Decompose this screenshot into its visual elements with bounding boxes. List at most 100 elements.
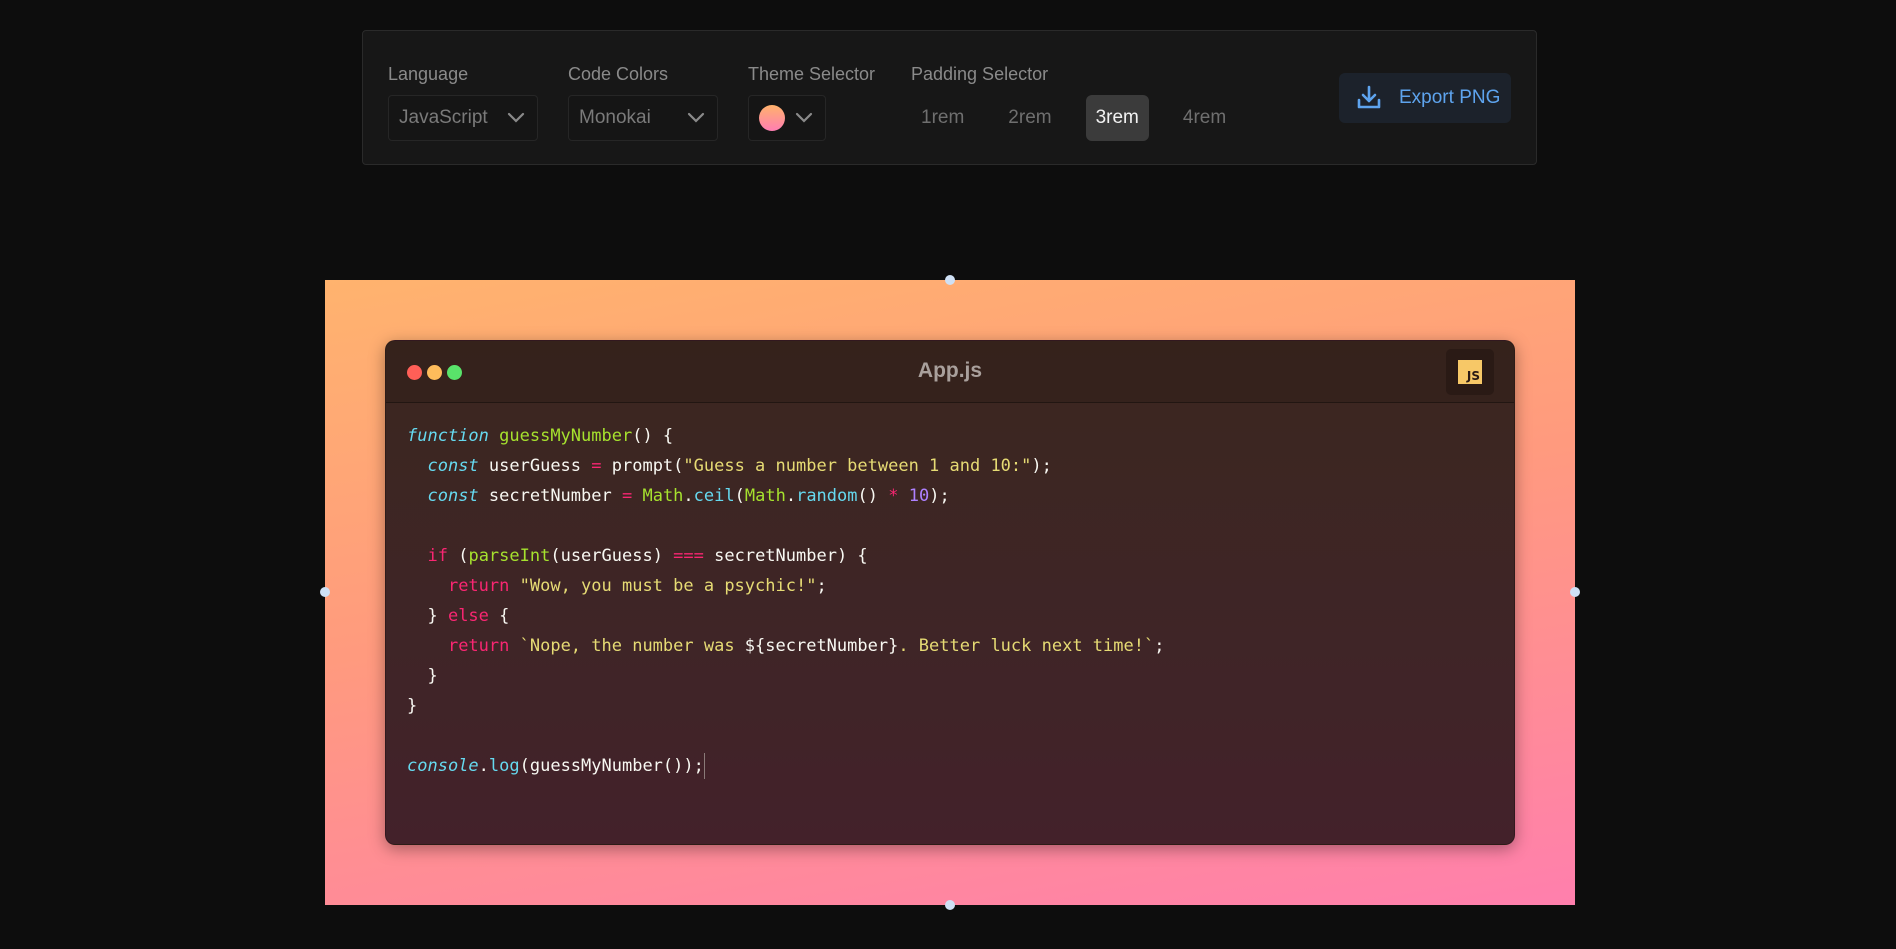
code-token: === — [673, 546, 704, 566]
code-token: ( — [447, 546, 469, 566]
code-line: } else { — [407, 601, 1493, 631]
javascript-icon: JS — [1458, 360, 1482, 384]
language-select[interactable]: JavaScript — [388, 95, 538, 141]
export-label: Export PNG — [1399, 87, 1501, 108]
text-cursor — [703, 753, 705, 779]
language-label: Language — [388, 64, 469, 84]
code-token: Math — [642, 486, 684, 506]
code-token: } — [407, 696, 418, 716]
padding-option-4rem[interactable]: 4rem — [1173, 95, 1236, 141]
code-colors-control: Code Colors Monokai — [568, 63, 718, 141]
code-token: { — [488, 606, 510, 626]
code-token: secretNumber — [478, 486, 622, 506]
code-token: } — [407, 666, 438, 686]
theme-select[interactable] — [748, 95, 826, 141]
code-token: prompt( — [601, 456, 684, 476]
code-token: ( — [734, 486, 745, 506]
download-icon — [1357, 85, 1381, 109]
code-line: function guessMyNumber() { — [407, 421, 1493, 451]
theme-swatch — [759, 105, 785, 131]
code-token: ); — [1031, 456, 1052, 476]
code-token: () { — [632, 426, 674, 446]
resize-handle-left[interactable] — [320, 587, 330, 597]
theme-control: Theme Selector — [748, 63, 875, 141]
code-line: return `Nope, the number was ${secretNum… — [407, 631, 1493, 661]
code-token: secretNumber) { — [703, 546, 868, 566]
code-token: * — [888, 486, 899, 506]
code-token: ceil — [693, 486, 735, 506]
code-window: App.js JS function guessMyNumber() { con… — [385, 340, 1515, 845]
chevron-down-icon — [793, 107, 815, 129]
theme-label: Theme Selector — [748, 64, 876, 84]
code-line: const userGuess = prompt("Guess a number… — [407, 451, 1493, 481]
code-token: = — [621, 486, 633, 506]
code-token: Math — [744, 486, 786, 506]
resize-handle-right[interactable] — [1570, 587, 1580, 597]
padding-control: Padding Selector 1rem 2rem 3rem 4rem — [911, 63, 1260, 141]
code-token: guessMyNumber — [499, 426, 633, 446]
padding-option-2rem[interactable]: 2rem — [998, 95, 1061, 141]
code-token: () — [857, 486, 889, 506]
code-line: const secretNumber = Math.ceil(Math.rand… — [407, 481, 1493, 511]
code-token: `Nope, the number was — [519, 636, 745, 656]
file-name[interactable]: App.js — [386, 359, 1514, 383]
chevron-down-icon — [685, 107, 707, 129]
resize-handle-bottom[interactable] — [945, 900, 955, 910]
code-token: (userGuess) — [550, 546, 674, 566]
code-token: return — [447, 576, 510, 596]
code-editor[interactable]: function guessMyNumber() { const userGue… — [386, 403, 1514, 799]
code-token: userGuess — [478, 456, 592, 476]
code-token: ); — [929, 486, 950, 506]
code-token: return — [447, 636, 510, 656]
code-token: random — [796, 486, 858, 506]
code-token: . Better luck next time!` — [898, 636, 1155, 656]
code-colors-select[interactable]: Monokai — [568, 95, 718, 141]
toolbar: Language JavaScript Code Colors Monokai … — [362, 30, 1537, 165]
language-badge: JS — [1446, 349, 1494, 395]
code-token: . — [478, 756, 489, 776]
code-token: (guessMyNumber()); — [519, 756, 704, 776]
code-token: if — [427, 546, 448, 566]
code-line: console.log(guessMyNumber()); — [407, 751, 1493, 781]
code-token: function — [407, 426, 489, 446]
code-token: "Wow, you must be a psychic!" — [519, 576, 817, 596]
snippet-canvas: App.js JS function guessMyNumber() { con… — [320, 275, 1580, 910]
resize-handle-top[interactable] — [945, 275, 955, 285]
code-colors-label: Code Colors — [568, 64, 669, 84]
padding-options: 1rem 2rem 3rem 4rem — [911, 95, 1260, 141]
code-token: const — [427, 456, 479, 476]
code-token: parseInt — [468, 546, 551, 566]
code-line: if (parseInt(userGuess) === secretNumber… — [407, 541, 1493, 571]
code-token: . — [683, 486, 694, 506]
language-control: Language JavaScript — [388, 63, 538, 141]
code-token: ; — [1154, 636, 1165, 656]
code-colors-value: Monokai — [579, 107, 651, 128]
code-line: } — [407, 661, 1493, 691]
chevron-down-icon — [505, 107, 527, 129]
language-value: JavaScript — [399, 107, 488, 128]
code-line: return "Wow, you must be a psychic!"; — [407, 571, 1493, 601]
code-token: = — [591, 456, 602, 476]
code-token: . — [785, 486, 797, 506]
export-png-button[interactable]: Export PNG — [1339, 73, 1511, 123]
padding-option-1rem[interactable]: 1rem — [911, 95, 974, 141]
code-token: ; — [816, 576, 827, 596]
code-token: const — [427, 486, 479, 506]
padding-option-3rem[interactable]: 3rem — [1085, 95, 1149, 141]
code-token: } — [407, 606, 448, 626]
code-line: } — [407, 691, 1493, 721]
code-token: console — [407, 756, 479, 776]
code-token: else — [447, 606, 489, 626]
